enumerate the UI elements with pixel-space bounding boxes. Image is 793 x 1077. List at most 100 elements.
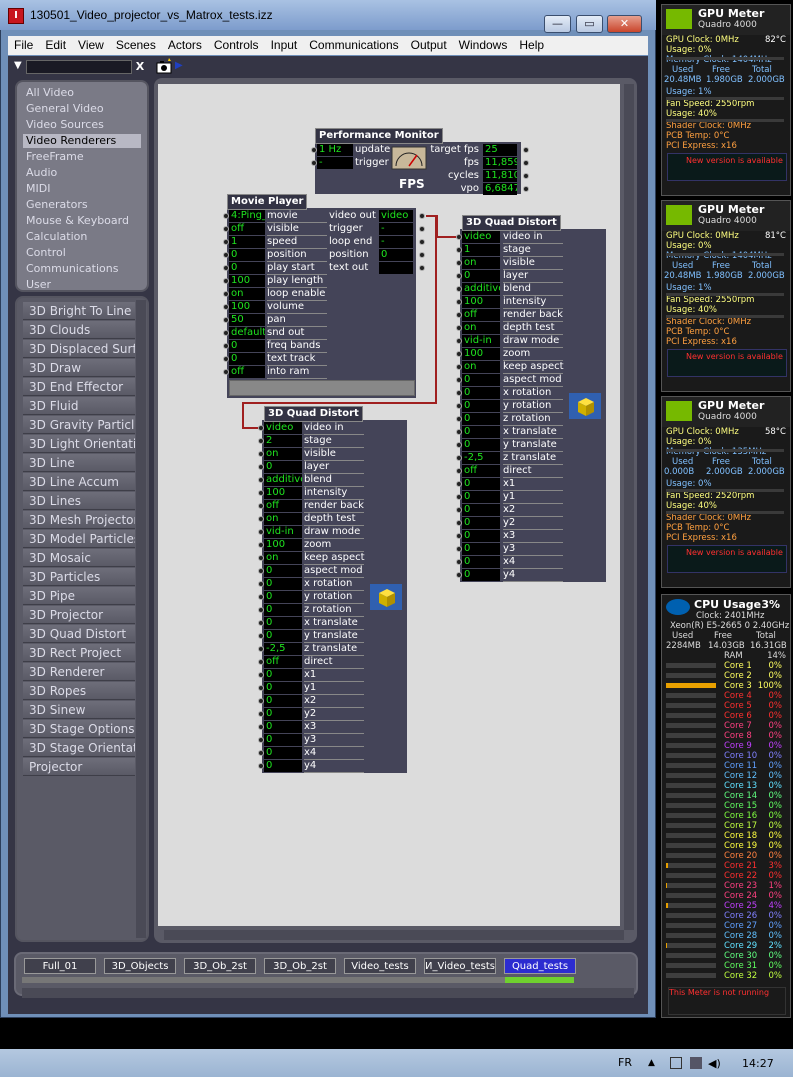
actor-list-item[interactable]: 3D Gravity Particl	[23, 416, 135, 434]
actor-list-item[interactable]: 3D Renderer	[23, 663, 135, 681]
scene-tab[interactable]: Full_01	[24, 958, 96, 974]
actor-list-item[interactable]: Projector	[23, 758, 135, 776]
actor-list-item[interactable]: 3D Mesh Projector	[23, 511, 135, 529]
actor-list-item[interactable]: 3D Light Orientatio	[23, 435, 135, 453]
input-value-field[interactable]: 4:Ping_	[229, 210, 265, 222]
actor-list-item[interactable]: 3D Draw	[23, 359, 135, 377]
input-value-field[interactable]: 1	[229, 236, 265, 248]
menu-item-scenes[interactable]: Scenes	[110, 36, 162, 55]
input-value-field[interactable]: 0	[264, 669, 302, 681]
output-pin[interactable]	[419, 252, 425, 258]
actor-list-item[interactable]: 3D Rect Project	[23, 644, 135, 662]
output-pin[interactable]	[419, 265, 425, 271]
input-value-field[interactable]: 0	[229, 340, 265, 352]
category-item[interactable]: Communications	[23, 262, 141, 276]
scene-tab[interactable]: Video_tests	[344, 958, 416, 974]
clock[interactable]: 14:27	[742, 1057, 774, 1070]
input-value-field[interactable]: 0	[229, 249, 265, 261]
menu-item-file[interactable]: File	[8, 36, 39, 55]
input-value-field[interactable]: on	[462, 322, 500, 334]
input-value-field[interactable]: 0	[264, 604, 302, 616]
actor-list-item[interactable]: 3D Ropes	[23, 682, 135, 700]
input-value-field[interactable]: on	[229, 288, 265, 300]
actor-list-item[interactable]: 3D Bright To Line	[23, 302, 135, 320]
category-item[interactable]: Audio	[23, 166, 141, 180]
actor-list-item[interactable]: 3D Projector	[23, 606, 135, 624]
actor-list-item[interactable]: 3D Model Particles	[23, 530, 135, 548]
scene-tab[interactable]: Quad_tests	[504, 958, 576, 974]
input-value-field[interactable]: off	[264, 500, 302, 512]
input-value-field[interactable]: 0	[462, 556, 500, 568]
input-value-field[interactable]: 0	[264, 565, 302, 577]
volume-icon[interactable]: ◀)	[708, 1057, 721, 1070]
actor-list-item[interactable]: 3D Particles	[23, 568, 135, 586]
actor-list-item[interactable]: 3D Pipe	[23, 587, 135, 605]
input-value-field[interactable]: 100	[229, 301, 265, 313]
output-pin[interactable]	[419, 213, 425, 219]
actor-list-item[interactable]: 3D Line	[23, 454, 135, 472]
input-value-field[interactable]: 0	[229, 262, 265, 274]
movie-player-actor[interactable]: Movie Player 4:Ping_ movie off visible 1 spee…	[223, 194, 425, 398]
input-value-field[interactable]: 0	[264, 630, 302, 642]
input-value-field[interactable]: off	[229, 366, 265, 378]
input-value-field[interactable]: on	[462, 257, 500, 269]
actor-list-item[interactable]: 3D Stage Options	[23, 720, 135, 738]
actor-list-item[interactable]: 3D Stage Orientat	[23, 739, 135, 757]
input-value-field[interactable]: 0	[462, 439, 500, 451]
input-value-field[interactable]: 0	[462, 491, 500, 503]
actor-list-item[interactable]: 3D Line Accum	[23, 473, 135, 491]
output-pin[interactable]	[523, 173, 529, 179]
input-value-field[interactable]: 0	[462, 426, 500, 438]
input-value-field[interactable]: 100	[462, 296, 500, 308]
input-value-field[interactable]: 0	[462, 400, 500, 412]
menu-item-edit[interactable]: Edit	[39, 36, 72, 55]
actor-list-item[interactable]: 3D End Effector	[23, 378, 135, 396]
input-value-field[interactable]: 0	[264, 617, 302, 629]
input-value-field[interactable]: on	[264, 552, 302, 564]
input-value-field[interactable]: 1	[462, 244, 500, 256]
category-item[interactable]: All Video	[23, 86, 141, 100]
output-pin[interactable]	[419, 226, 425, 232]
category-item[interactable]: FreeFrame	[23, 150, 141, 164]
input-value-field[interactable]: 1 Hz	[317, 144, 353, 156]
input-value-field[interactable]: 0	[264, 760, 302, 772]
update-notice[interactable]: New version is available	[686, 548, 783, 557]
input-value-field[interactable]: -	[317, 157, 353, 169]
update-notice[interactable]: New version is available	[686, 352, 783, 361]
input-value-field[interactable]: 0	[462, 387, 500, 399]
actor-title[interactable]: Movie Player	[227, 194, 308, 210]
input-value-field[interactable]: 0	[264, 591, 302, 603]
input-value-field[interactable]: 100	[264, 487, 302, 499]
network-icon[interactable]	[690, 1057, 702, 1069]
menu-item-input[interactable]: Input	[265, 36, 304, 55]
actor-list-item[interactable]: 3D Clouds	[23, 321, 135, 339]
input-value-field[interactable]: 0	[229, 353, 265, 365]
input-value-field[interactable]: 100	[229, 275, 265, 287]
category-item[interactable]: Calculation	[23, 230, 141, 244]
category-item[interactable]: Video Renderers	[23, 134, 141, 148]
input-value-field[interactable]: off	[264, 656, 302, 668]
input-value-field[interactable]: 0	[462, 530, 500, 542]
play-icon[interactable]: ▶	[175, 60, 183, 71]
menu-item-windows[interactable]: Windows	[453, 36, 514, 55]
menu-item-help[interactable]: Help	[513, 36, 550, 55]
input-value-field[interactable]: off	[462, 309, 500, 321]
input-value-field[interactable]: 100	[462, 348, 500, 360]
minimize-button[interactable]: —	[544, 15, 571, 33]
input-value-field[interactable]: 0	[462, 413, 500, 425]
filter-clear-button[interactable]: X	[134, 60, 146, 74]
input-value-field[interactable]: 0	[264, 708, 302, 720]
category-item[interactable]: Control	[23, 246, 141, 260]
action-center-icon[interactable]	[670, 1057, 682, 1069]
tray-expand-icon[interactable]: ▲	[648, 1058, 655, 1068]
input-value-field[interactable]: 50	[229, 314, 265, 326]
input-value-field[interactable]: video	[264, 422, 302, 434]
input-value-field[interactable]: video	[462, 231, 500, 243]
close-button[interactable]: ✕	[607, 15, 642, 33]
menu-item-actors[interactable]: Actors	[162, 36, 208, 55]
menu-item-controls[interactable]: Controls	[208, 36, 265, 55]
actor-filter-input[interactable]	[26, 60, 132, 74]
editor-horizontal-scrollbar[interactable]	[164, 930, 624, 940]
scene-tab[interactable]: И_Video_tests	[424, 958, 496, 974]
input-value-field[interactable]: vid-in	[264, 526, 302, 538]
